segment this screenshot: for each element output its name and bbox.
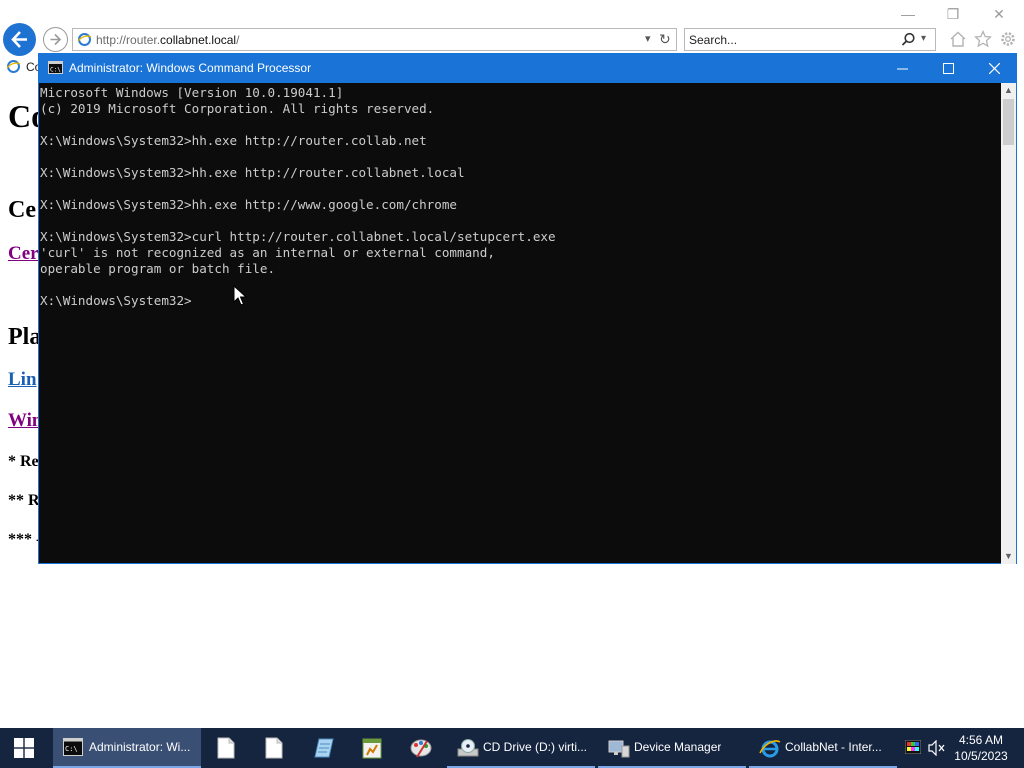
clock-date: 10/5/2023 bbox=[954, 749, 1008, 763]
scroll-up-icon[interactable]: ▲ bbox=[1001, 83, 1016, 98]
clock-time: 4:56 AM bbox=[958, 733, 1004, 747]
console-line: operable program or batch file. bbox=[40, 261, 276, 276]
browser-restore-button[interactable]: ❐ bbox=[942, 4, 964, 24]
forward-button[interactable] bbox=[43, 27, 68, 52]
taskbar-item-cd-drive[interactable]: CD Drive (D:) virti... bbox=[447, 728, 595, 768]
home-icon[interactable] bbox=[949, 30, 967, 48]
footnote-3: *** - bbox=[8, 531, 42, 548]
cmd-close-button[interactable] bbox=[971, 54, 1017, 83]
address-dropdown-icon[interactable]: ▾ bbox=[645, 32, 651, 45]
console-prompt-line[interactable]: X:\Windows\System32> bbox=[40, 293, 1000, 309]
taskbar: C:\ Administrator: Wi... CD Drive (D:) v… bbox=[0, 728, 1024, 768]
browser-minimize-button[interactable]: — bbox=[897, 4, 919, 24]
scroll-thumb[interactable] bbox=[1003, 99, 1014, 145]
section-heading-platform: Pla bbox=[8, 324, 42, 350]
taskbar-item-label: Device Manager bbox=[634, 740, 722, 754]
cmd-title-bar[interactable]: C:\ Administrator: Windows Command Proce… bbox=[39, 54, 1016, 83]
spreadsheet-icon bbox=[362, 738, 382, 759]
back-arrow-icon bbox=[11, 31, 27, 48]
taskbar-item-device-manager[interactable]: Device Manager bbox=[598, 728, 746, 768]
cmd-icon: C:\ bbox=[63, 738, 83, 756]
windows-logo-icon bbox=[14, 738, 34, 758]
taskbar-item-cmd[interactable]: C:\ Administrator: Wi... bbox=[53, 728, 201, 768]
console-line: X:\Windows\System32>hh.exe http://www.go… bbox=[40, 197, 458, 212]
refresh-icon[interactable]: ↻ bbox=[659, 31, 671, 48]
console-line: X:\Windows\System32>hh.exe http://router… bbox=[40, 133, 427, 148]
taskbar-pinned-spreadsheet[interactable] bbox=[348, 728, 394, 768]
svg-text:C:\: C:\ bbox=[65, 745, 78, 753]
display-color-icon[interactable] bbox=[905, 740, 921, 754]
back-button[interactable] bbox=[3, 23, 36, 56]
ie-tab-icon bbox=[6, 60, 21, 73]
browser-toolbar: http://router.collabnet.local/ ▾ ↻ ▾ — ❐… bbox=[0, 0, 1024, 56]
cmd-title: Administrator: Windows Command Processor bbox=[69, 61, 312, 75]
taskbar-pinned-paint[interactable] bbox=[396, 728, 442, 768]
address-bar[interactable]: http://router.collabnet.local/ ▾ ↻ bbox=[72, 28, 677, 51]
ie-icon bbox=[759, 740, 781, 758]
taskbar-item-label: CollabNet - Inter... bbox=[785, 740, 882, 754]
forward-arrow-icon bbox=[50, 33, 62, 46]
volume-muted-icon[interactable] bbox=[928, 740, 946, 756]
minimize-icon bbox=[897, 68, 908, 70]
start-button[interactable] bbox=[0, 728, 48, 768]
console-output[interactable]: Microsoft Windows [Version 10.0.19041.1]… bbox=[40, 85, 1000, 563]
taskbar-item-collabnet-ie[interactable]: CollabNet - Inter... bbox=[749, 728, 897, 768]
favorites-star-icon[interactable] bbox=[974, 30, 992, 48]
notepad-icon bbox=[314, 738, 334, 758]
search-icon[interactable] bbox=[901, 32, 916, 47]
cmd-icon: C:\ bbox=[48, 61, 63, 74]
taskbar-item-label: Administrator: Wi... bbox=[89, 740, 191, 754]
certificate-link[interactable]: Cer bbox=[8, 243, 39, 265]
search-dropdown-icon[interactable]: ▾ bbox=[921, 33, 926, 44]
cd-drive-icon bbox=[457, 739, 479, 757]
linux-link[interactable]: Lin bbox=[8, 369, 37, 391]
maximize-icon bbox=[943, 63, 954, 74]
taskbar-pinned-file-2[interactable] bbox=[252, 728, 298, 768]
cmd-window[interactable]: C:\ Administrator: Windows Command Proce… bbox=[38, 53, 1017, 564]
device-manager-icon bbox=[608, 740, 630, 758]
section-heading-certificate: Ce bbox=[8, 197, 36, 223]
settings-gear-icon[interactable] bbox=[999, 30, 1017, 48]
console-line: 'curl' is not recognized as an internal … bbox=[40, 245, 495, 260]
close-icon bbox=[989, 63, 1000, 74]
vertical-scrollbar[interactable]: ▲ ▼ bbox=[1001, 83, 1016, 564]
console-line: Microsoft Windows [Version 10.0.19041.1] bbox=[40, 85, 344, 100]
search-box[interactable]: ▾ bbox=[684, 28, 936, 51]
search-input[interactable] bbox=[689, 32, 889, 48]
console-line: X:\Windows\System32>hh.exe http://router… bbox=[40, 165, 465, 180]
cmd-maximize-button[interactable] bbox=[925, 54, 971, 83]
taskbar-pinned-notepad[interactable] bbox=[300, 728, 346, 768]
mouse-pointer-icon bbox=[233, 285, 247, 306]
system-clock[interactable]: 4:56 AM 10/5/2023 bbox=[950, 732, 1012, 764]
address-url: http://router.collabnet.local/ bbox=[96, 33, 240, 47]
console-line: (c) 2019 Microsoft Corporation. All righ… bbox=[40, 101, 435, 116]
console-line: X:\Windows\System32>curl http://router.c… bbox=[40, 229, 556, 244]
file-icon bbox=[217, 737, 235, 759]
ie-page-icon bbox=[77, 33, 92, 46]
footnote-1: * Re bbox=[8, 453, 39, 470]
footnote-2: ** R bbox=[8, 492, 40, 509]
taskbar-pinned-file-1[interactable] bbox=[204, 728, 250, 768]
paint-icon bbox=[410, 739, 432, 758]
taskbar-item-label: CD Drive (D:) virti... bbox=[483, 740, 587, 754]
browser-close-button[interactable]: ✕ bbox=[988, 4, 1010, 24]
file-icon bbox=[265, 737, 283, 759]
scroll-down-icon[interactable]: ▼ bbox=[1001, 549, 1016, 564]
cmd-minimize-button[interactable] bbox=[879, 54, 925, 83]
svg-text:C:\: C:\ bbox=[50, 67, 61, 74]
